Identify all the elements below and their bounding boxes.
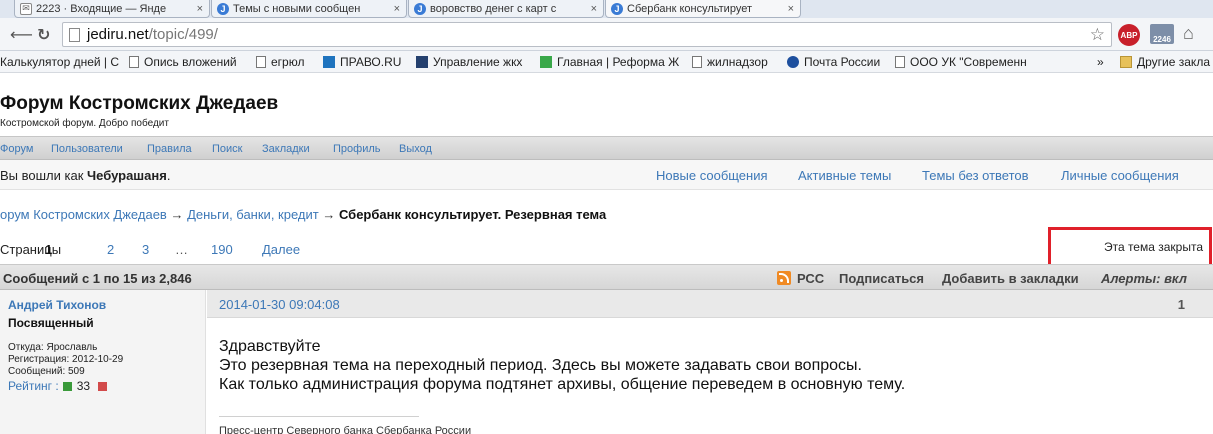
menu-profile[interactable]: Профиль <box>333 143 381 155</box>
rating-plus-icon[interactable] <box>62 381 72 391</box>
other-bookmarks[interactable]: Другие закла <box>1120 55 1210 69</box>
menu-bookmarks[interactable]: Закладки <box>262 143 310 155</box>
close-icon[interactable]: × <box>197 3 203 15</box>
page-link[interactable]: 190 <box>211 242 233 257</box>
breadcrumb: орум Костромских Джедаев → Деньги, банки… <box>0 207 607 222</box>
link-private-messages[interactable]: Личные сообщения <box>1061 168 1179 183</box>
bookmarks-bar: Калькулятор дней | С Опись вложений егрю… <box>0 51 1213 73</box>
bookmark-item[interactable]: Почта России <box>787 55 880 69</box>
bookmark-item[interactable]: Главная | Реформа Ж <box>540 55 679 69</box>
author-registered: Регистрация: 2012-10-29 <box>8 354 124 365</box>
tab-new-posts[interactable]: J Темы с новыми сообщен × <box>211 0 407 18</box>
menu-forum[interactable]: Форум <box>0 143 33 155</box>
breadcrumb-section[interactable]: Деньги, банки, кредит <box>187 207 319 222</box>
post-toolbar: Сообщений с 1 по 15 из 2,846 РСС Подписа… <box>0 264 1213 290</box>
post-author-panel: Андрей Тихонов Посвященный Откуда: Яросл… <box>0 290 206 434</box>
rating-minus-icon[interactable] <box>98 381 108 391</box>
link-new-posts[interactable]: Новые сообщения <box>656 168 768 183</box>
page-current: 1 <box>45 242 53 257</box>
link-unanswered-topics[interactable]: Темы без ответов <box>922 168 1029 183</box>
close-icon[interactable]: × <box>394 3 400 15</box>
link-active-topics[interactable]: Активные темы <box>798 168 891 183</box>
bookmark-item[interactable]: Калькулятор дней | С <box>0 55 119 69</box>
post-line: Это резервная тема на переходный период.… <box>219 357 862 374</box>
close-icon[interactable]: × <box>591 3 597 15</box>
navigation-bar: ⟵ ↻ jediru.net/topic/499/ ☆ ABP 2246 ⌂ <box>0 18 1213 51</box>
user-status-row: Вы вошли как Чебурашаня. Новые сообщения… <box>0 160 1213 190</box>
post-body: Здравствуйте Это резервная тема на перех… <box>219 337 905 394</box>
signature-divider <box>219 416 419 417</box>
post-russia-icon <box>787 56 799 68</box>
bookmark-item[interactable]: ООО УК "Современн <box>895 55 1027 69</box>
breadcrumb-current: Сбербанк консультирует. Резервная тема <box>338 207 607 222</box>
reform-icon <box>540 56 552 68</box>
author-rank: Посвященный <box>8 316 94 330</box>
add-bookmark-link[interactable]: Добавить в закладки <box>942 271 1079 286</box>
welcome-text: Вы вошли как Чебурашаня. <box>0 168 171 183</box>
document-icon <box>256 56 266 68</box>
site-icon: J <box>611 2 623 15</box>
page-ellipsis: … <box>175 242 188 257</box>
rating-value: 33 <box>76 379 91 393</box>
close-icon[interactable]: × <box>788 3 794 15</box>
next-page-link[interactable]: Далее <box>262 242 300 257</box>
post-count: Сообщений с 1 по 15 из 2,846 <box>3 271 192 286</box>
tab-sberbank[interactable]: J Сбербанк консультирует × <box>605 0 801 18</box>
post-line: Как только администрация форума подтянет… <box>219 376 906 393</box>
post-date[interactable]: 2014-01-30 09:04:08 <box>219 297 340 312</box>
mail-icon: ✉ <box>20 2 32 15</box>
page-link[interactable]: 2 <box>107 242 114 257</box>
alerts-toggle[interactable]: Алерты: вкл <box>1101 271 1187 286</box>
breadcrumb-forum[interactable]: орум Костромских Джедаев <box>0 207 167 222</box>
address-bar[interactable]: jediru.net/topic/499/ ☆ <box>62 22 1112 47</box>
pravo-icon <box>323 56 335 68</box>
forum-title: Форум Костромских Джедаев <box>0 93 279 114</box>
bookmark-item[interactable]: Опись вложений <box>129 55 237 69</box>
page-icon <box>69 27 80 42</box>
back-icon[interactable]: ⟵ <box>10 25 33 45</box>
author-name[interactable]: Андрей Тихонов <box>8 298 106 312</box>
post-line: Здравствуйте <box>219 338 321 355</box>
author-message-count: Сообщений: 509 <box>8 366 85 377</box>
menu-logout[interactable]: Выход <box>399 143 432 155</box>
folder-icon <box>1120 56 1132 68</box>
site-icon: J <box>217 2 229 15</box>
tab-card-theft[interactable]: J воровство денег с карт с × <box>408 0 604 18</box>
home-icon[interactable]: ⌂ <box>1183 23 1194 44</box>
post-header: 2014-01-30 09:04:08 1 <box>207 290 1213 318</box>
adblock-icon[interactable]: ABP <box>1118 24 1140 46</box>
topic-closed-notice: Эта тема закрыта <box>1048 227 1212 267</box>
zhkh-icon <box>416 56 428 68</box>
tab-strip: ✉ 2223 · Входящие — Янде × J Темы с новы… <box>0 0 1213 18</box>
rss-icon[interactable] <box>777 271 791 285</box>
tab-inbox[interactable]: ✉ 2223 · Входящие — Янде × <box>14 0 210 18</box>
menu-search[interactable]: Поиск <box>212 143 242 155</box>
mail-checker-icon[interactable]: 2246 <box>1150 24 1174 44</box>
document-icon <box>895 56 905 68</box>
document-icon <box>129 56 139 68</box>
menu-users[interactable]: Пользователи <box>51 143 123 155</box>
author-rating: Рейтинг : 33 <box>8 379 108 393</box>
star-icon[interactable]: ☆ <box>1090 25 1105 45</box>
page-link[interactable]: 3 <box>142 242 149 257</box>
reload-icon[interactable]: ↻ <box>37 25 50 45</box>
bookmark-item[interactable]: ПРАВО.RU <box>323 55 401 69</box>
author-location: Откуда: Ярославль <box>8 342 98 353</box>
bookmark-item[interactable]: Управление жкх <box>416 55 522 69</box>
bookmark-item[interactable]: егрюл <box>256 55 304 69</box>
forum-description: Костромской форум. Добро победит <box>0 118 169 129</box>
subscribe-link[interactable]: Подписаться <box>839 271 924 286</box>
bookmark-item[interactable]: жилнадзор <box>692 55 768 69</box>
site-icon: J <box>414 2 426 15</box>
post-signature: Пресс-центр Северного банка Сбербанка Ро… <box>219 425 472 434</box>
document-icon <box>692 56 702 68</box>
menu-rules[interactable]: Правила <box>147 143 192 155</box>
username: Чебурашаня <box>87 168 167 183</box>
rss-link[interactable]: РСС <box>797 271 824 286</box>
post-number[interactable]: 1 <box>1178 297 1185 312</box>
forum-menu: Форум Пользователи Правила Поиск Закладк… <box>0 136 1213 160</box>
bookmarks-overflow-icon[interactable]: » <box>1097 55 1104 69</box>
